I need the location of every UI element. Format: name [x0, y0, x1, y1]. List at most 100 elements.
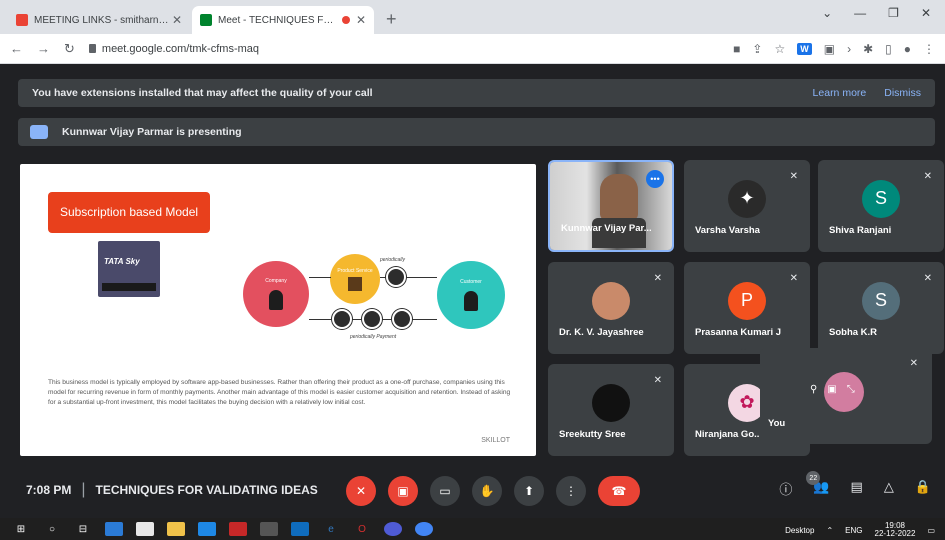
opera-icon[interactable]: O [353, 522, 371, 536]
tab-search-icon[interactable]: ⌄ [822, 6, 832, 20]
participant-tile[interactable]: ✕ S Shiva Ranjani [818, 160, 944, 252]
share-icon[interactable]: ⇪ [752, 42, 762, 56]
people-button[interactable]: 22 👥 [806, 471, 830, 498]
new-tab-button[interactable]: + [376, 9, 407, 34]
meeting-controls-bar: 7:08 PM | TECHNIQUES FOR VALIDATING IDEA… [0, 469, 945, 511]
participant-name: Prasanna Kumari J [695, 327, 782, 338]
call-controls: ✕ ▣ ▭ ✋ ⬆ ⋮ ☎ [346, 476, 640, 506]
app-icon[interactable] [198, 522, 216, 536]
mic-off-icon: ✕ [653, 273, 662, 284]
tab-meeting-links[interactable]: MEETING LINKS - smitharnair@... ✕ [8, 6, 190, 34]
task-view-icon[interactable]: ⊟ [74, 522, 92, 536]
activities-icon[interactable]: △ [884, 479, 894, 498]
lock-icon [88, 44, 96, 53]
windows-start-icon[interactable]: ⊞ [12, 522, 30, 536]
participant-tile[interactable]: ✕ P Prasanna Kumari J [684, 262, 810, 354]
participant-tile[interactable]: ••• Kunnwar Vijay Par... [548, 160, 674, 252]
pin-icon[interactable]: ⚲ [810, 384, 817, 395]
coin-icon [332, 309, 352, 329]
search-icon[interactable]: ○ [43, 522, 61, 536]
participant-tile[interactable]: ✕ ✦ Varsha Varsha [684, 160, 810, 252]
os-taskbar: ⊞ ○ ⊟ e O Desktop ⌃ ENG 19:08 22-12-2022… [0, 518, 945, 540]
chrome-icon[interactable] [260, 522, 278, 536]
participant-tile[interactable]: ✕ Sreekutty Sree [548, 364, 674, 456]
network-icon[interactable]: ⌃ [826, 526, 833, 535]
minimize-tile-icon[interactable]: ⤡ [847, 384, 855, 395]
forward-icon[interactable]: → [37, 41, 50, 57]
chat-icon[interactable]: ▤ [851, 479, 863, 498]
mic-toggle-button[interactable]: ✕ [346, 476, 376, 506]
participant-name: Dr. K. V. Jayashree [559, 327, 644, 338]
tab-title: Meet - TECHNIQUES FOR VA... [218, 14, 336, 26]
restore-button[interactable]: ❐ [888, 6, 899, 20]
participant-avatar: S [862, 179, 900, 218]
play-extension-icon[interactable]: › [847, 42, 851, 56]
store-icon[interactable] [167, 522, 185, 536]
dismiss-button[interactable]: Dismiss [884, 87, 921, 99]
more-options-button[interactable]: ⋮ [556, 476, 586, 506]
self-tile-controls: ⚲ ▣ ⤡ [810, 384, 855, 395]
company-label: Company [265, 278, 287, 284]
powerpoint-icon[interactable] [229, 522, 247, 536]
address-bar[interactable]: meet.google.com/tmk-cfms-maq [88, 43, 733, 55]
system-tray: Desktop ⌃ ENG 19:08 22-12-2022 ▭ [785, 521, 935, 539]
mic-off-icon: ✕ [909, 358, 918, 369]
extension-icon[interactable]: ▣ [824, 42, 835, 56]
file-explorer-icon[interactable] [105, 522, 123, 536]
minimize-button[interactable]: — [854, 6, 866, 20]
participant-avatar: ✦ [728, 179, 766, 218]
meet-icon [200, 14, 212, 26]
presenter-face [600, 174, 638, 220]
sidepanel-icon[interactable]: ▯ [885, 42, 892, 56]
presenting-bar: Kunnwar Vijay Parmar is presenting [18, 118, 935, 146]
close-tab-icon[interactable]: ✕ [356, 13, 366, 27]
desktop-label[interactable]: Desktop [785, 526, 814, 535]
camera-toggle-button[interactable]: ▣ [388, 476, 418, 506]
close-tab-icon[interactable]: ✕ [172, 13, 182, 27]
participant-name: Kunnwar Vijay Par... [561, 223, 652, 234]
raise-hand-button[interactable]: ✋ [472, 476, 502, 506]
edge-icon[interactable]: e [322, 522, 340, 536]
lang-label[interactable]: ENG [845, 526, 862, 535]
reload-icon[interactable]: ↻ [64, 41, 75, 57]
tab-title: MEETING LINKS - smitharnair@... [34, 14, 172, 26]
box-icon [348, 276, 362, 291]
present-button[interactable]: ⬆ [514, 476, 544, 506]
leave-call-button[interactable]: ☎ [598, 476, 640, 506]
participant-tile[interactable]: ✕ Dr. K. V. Jayashree [548, 262, 674, 354]
mail-icon[interactable] [291, 522, 309, 536]
speaking-icon: ••• [646, 170, 664, 188]
bookmark-star-icon[interactable]: ☆ [774, 42, 785, 56]
more-vert-icon: ⋮ [565, 484, 577, 498]
notepad-icon[interactable] [136, 522, 154, 536]
participant-avatar: S [862, 281, 900, 320]
tab-bar: MEETING LINKS - smitharnair@... ✕ Meet -… [0, 0, 945, 34]
meeting-info-icon[interactable]: ⓘ [779, 479, 792, 498]
menu-kebab-icon[interactable]: ⋮ [923, 42, 935, 56]
clock-date: 22-12-2022 [874, 529, 916, 539]
notification-icon[interactable]: ▭ [927, 526, 935, 535]
self-view-tile[interactable]: ✕ ⚲ ▣ ⤡ You [760, 348, 932, 444]
slide-footer: SKILLOT [481, 437, 510, 444]
word-extension-icon[interactable]: W [797, 42, 812, 55]
person-icon [464, 291, 478, 311]
profile-avatar[interactable]: ● [904, 42, 911, 56]
chrome-icon[interactable] [415, 522, 433, 536]
tata-sky-logo: TATA Sky [98, 241, 160, 297]
camera-icon[interactable]: ■ [733, 42, 740, 56]
browser-toolbar: ← → ↻ meet.google.com/tmk-cfms-maq ■ ⇪ ☆… [0, 34, 945, 64]
tab-meet[interactable]: Meet - TECHNIQUES FOR VA... ✕ [192, 6, 374, 34]
mic-off-icon: ✕ [923, 171, 932, 182]
learn-more-link[interactable]: Learn more [813, 87, 867, 99]
back-icon[interactable]: ← [10, 41, 23, 57]
captions-button[interactable]: ▭ [430, 476, 460, 506]
host-controls-icon[interactable]: 🔒 [915, 479, 931, 498]
participant-tile[interactable]: ✕ S Sobha K.R [818, 262, 944, 354]
company-circle: Company [243, 261, 309, 327]
app-icon[interactable] [384, 522, 402, 536]
puzzle-icon[interactable]: ✱ [863, 42, 873, 56]
extensions-warning-banner: You have extensions installed that may a… [18, 79, 935, 107]
tile-more-icon[interactable]: ▣ [827, 384, 836, 395]
close-window-button[interactable]: ✕ [921, 6, 931, 20]
clock[interactable]: 19:08 22-12-2022 [874, 521, 916, 539]
